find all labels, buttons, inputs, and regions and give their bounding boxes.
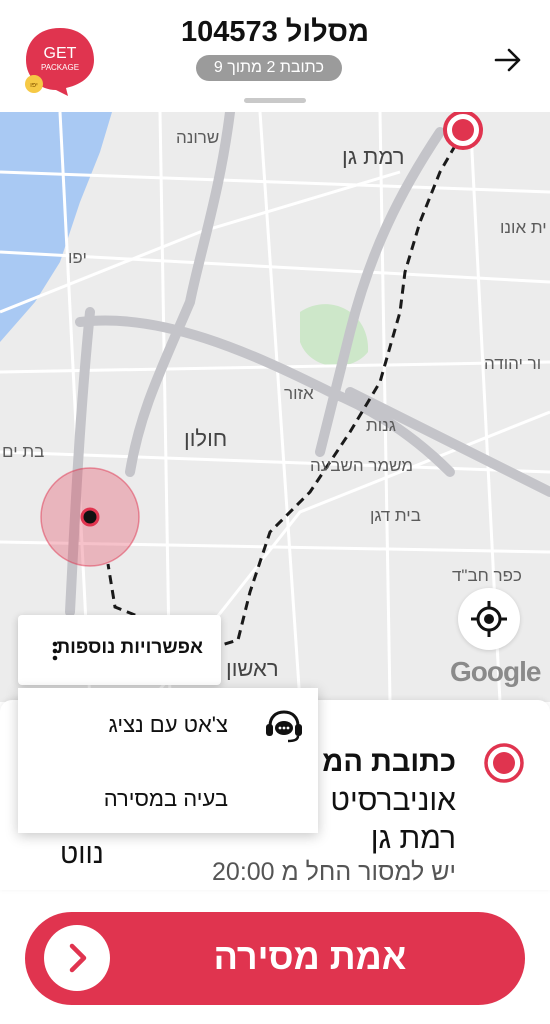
logo-text-package: PACKAGE <box>41 63 79 72</box>
sea-area <box>0 112 112 342</box>
map-label: בית דגן <box>370 506 421 525</box>
more-options-menu: צ'אט עם נציג בעיה במסירה <box>18 688 318 833</box>
recenter-button[interactable] <box>458 588 520 650</box>
more-vertical-icon <box>52 641 58 661</box>
stop-address-line1: אוניברסיט <box>330 784 456 817</box>
header: GET PACKAGE יפו מסלול 104573 כתובת 2 מתו… <box>0 0 550 112</box>
menu-item-delivery-problem[interactable]: בעיה במסירה <box>18 760 318 833</box>
menu-item-chat[interactable]: צ'אט עם נציג <box>18 688 318 760</box>
map-label: ראשון <box>226 656 279 681</box>
map-label: שרונה <box>176 128 220 147</box>
stop-title: כתובת המ <box>322 746 456 778</box>
current-location-dot <box>80 507 100 527</box>
address-progress-badge: כתובת 2 מתוך 9 <box>196 55 342 81</box>
map-label: ור יהודה <box>484 354 542 373</box>
chevron-right-icon <box>69 943 87 973</box>
stop-address-line2: רמת גן <box>370 822 456 855</box>
map-label: יפו <box>68 248 87 267</box>
arrow-right-icon[interactable] <box>492 44 524 76</box>
drag-handle[interactable] <box>244 98 306 103</box>
confirm-delivery-button[interactable]: אמת מסירה <box>25 912 525 1005</box>
delivery-time-note: יש למסור החל מ 20:00 <box>212 858 456 886</box>
crosshair-icon <box>471 601 507 637</box>
map-label: גנות <box>366 416 396 435</box>
google-logo: Google <box>450 656 541 687</box>
map-label: ית אונו <box>500 218 547 237</box>
confirm-icon-circle <box>44 925 110 991</box>
map-label: חולון <box>184 426 228 451</box>
map-label: משמר השבעה <box>310 456 414 475</box>
confirm-delivery-label: אמת מסירה <box>213 936 407 977</box>
route-title: מסלול 104573 <box>180 16 370 48</box>
logo-badge: יפו <box>30 82 38 89</box>
map-label: כפר חב"ד <box>452 566 522 585</box>
stop-marker-icon <box>484 743 524 783</box>
more-options-label: אפשרויות נוספות <box>56 637 203 658</box>
support-chat-icon <box>266 710 302 743</box>
logo-text-get: GET <box>44 45 77 62</box>
map-label: בת ים <box>2 442 45 461</box>
map-label: רמת גן <box>342 144 405 169</box>
menu-item-problem-label: בעיה במסירה <box>103 786 228 811</box>
get-package-logo: GET PACKAGE יפו <box>25 28 94 96</box>
menu-item-chat-label: צ'אט עם נציג <box>108 712 228 737</box>
navigate-link[interactable]: נווט <box>60 838 104 870</box>
map-label: אזור <box>284 384 314 403</box>
more-options-button[interactable]: אפשרויות נוספות <box>18 615 221 685</box>
